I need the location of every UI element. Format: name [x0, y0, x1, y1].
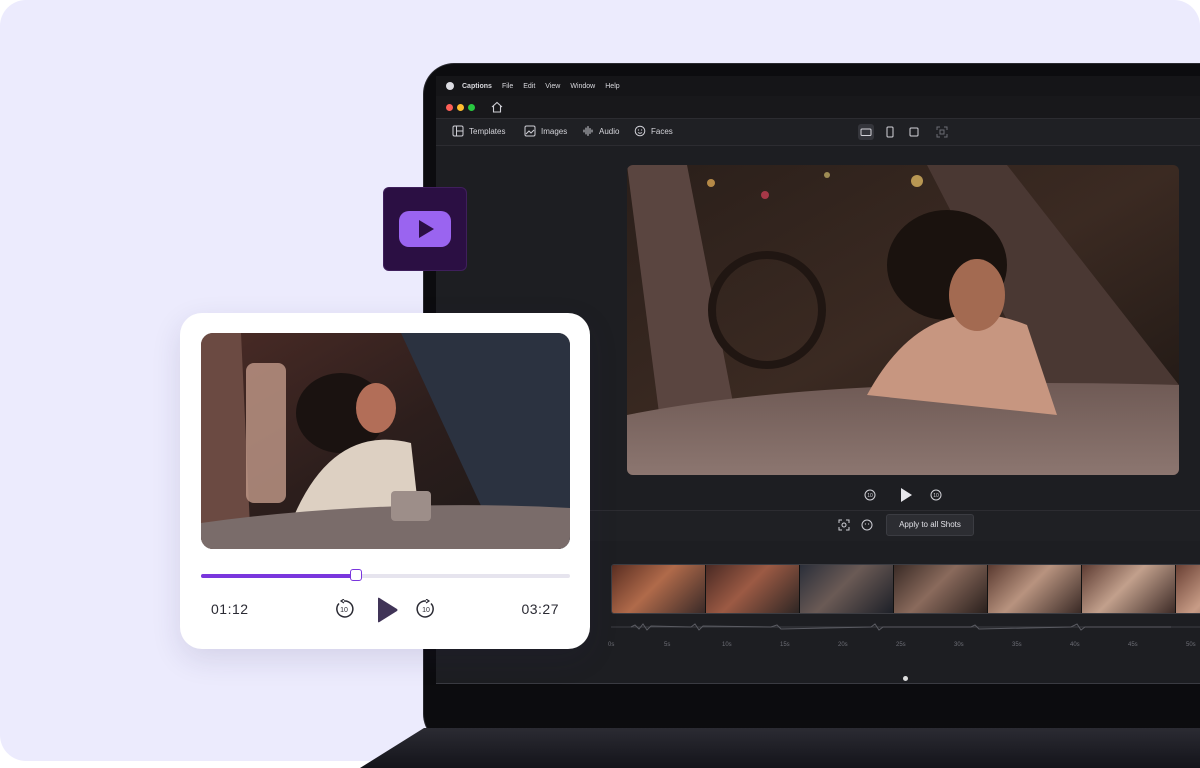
- svg-text:10: 10: [933, 493, 939, 499]
- landscape-icon: [860, 128, 872, 136]
- templates-label: Templates: [469, 126, 506, 136]
- menu-view[interactable]: View: [545, 83, 560, 90]
- youtube-play-icon: [399, 211, 451, 247]
- progress-handle[interactable]: [349, 569, 362, 581]
- zoom-window-button[interactable]: [468, 104, 475, 111]
- audio-label: Audio: [599, 126, 620, 136]
- divider: [436, 683, 1200, 684]
- apple-icon[interactable]: [446, 82, 454, 90]
- square-icon: [909, 127, 919, 137]
- menu-edit[interactable]: Edit: [523, 83, 535, 90]
- templates-button[interactable]: Templates: [452, 125, 505, 137]
- video-frame-image: [627, 165, 1179, 475]
- timeline-playhead[interactable]: [903, 676, 908, 681]
- images-button[interactable]: Images: [524, 125, 567, 137]
- progress-track[interactable]: [201, 569, 570, 581]
- fit-icon: [936, 126, 948, 138]
- clip-thumbnail[interactable]: [1176, 565, 1200, 613]
- editor-toolbar: Templates Images Audio Faces: [436, 119, 1200, 146]
- apply-to-all-shots-button[interactable]: Apply to all Shots: [886, 514, 974, 536]
- ruler-tick: 20s: [838, 642, 848, 648]
- minimize-window-button[interactable]: [457, 104, 464, 111]
- portrait-view-button[interactable]: [882, 124, 898, 140]
- ruler-tick: 40s: [1070, 642, 1080, 648]
- ruler-tick: 35s: [1012, 642, 1022, 648]
- rewind-10-icon[interactable]: 10: [863, 488, 877, 502]
- current-time: 01:12: [211, 601, 249, 617]
- forward-10-icon[interactable]: 10: [416, 599, 436, 619]
- player-video[interactable]: [201, 333, 570, 549]
- forward-seconds: 10: [422, 607, 430, 614]
- menu-help[interactable]: Help: [605, 83, 619, 90]
- focus-icon[interactable]: [837, 518, 851, 532]
- clip-thumbnail[interactable]: [988, 565, 1082, 613]
- ruler-tick: 10s: [722, 642, 732, 648]
- play-icon[interactable]: [899, 487, 913, 503]
- ruler-tick: 25s: [896, 642, 906, 648]
- rewind-10-icon[interactable]: 10: [334, 599, 354, 619]
- faces-icon: [634, 125, 646, 137]
- clip-thumbnail[interactable]: [612, 565, 706, 613]
- ruler-tick: 30s: [954, 642, 964, 648]
- audio-waveform: [611, 623, 1200, 631]
- video-player-card: 01:12 03:27 10 10: [180, 313, 590, 649]
- clip-thumbnail[interactable]: [800, 565, 894, 613]
- timeline-filmstrip[interactable]: [611, 564, 1200, 614]
- total-time: 03:27: [521, 601, 559, 617]
- audio-button[interactable]: Audio: [582, 125, 619, 137]
- menu-window[interactable]: Window: [570, 83, 595, 90]
- images-icon: [524, 125, 536, 137]
- time-ruler: 0s 5s 10s 15s 20s 25s 30s 35s 40s 45s 50…: [606, 642, 1200, 656]
- close-window-button[interactable]: [446, 104, 453, 111]
- square-view-button[interactable]: [906, 124, 922, 140]
- ruler-tick: 15s: [780, 642, 790, 648]
- templates-icon: [452, 125, 464, 137]
- face-refresh-icon[interactable]: [860, 518, 874, 532]
- play-icon[interactable]: [375, 597, 399, 623]
- menu-file[interactable]: File: [502, 83, 513, 90]
- fit-view-button[interactable]: [934, 124, 950, 140]
- clip-thumbnail[interactable]: [706, 565, 800, 613]
- ruler-tick: 45s: [1128, 642, 1138, 648]
- progress-fill: [201, 574, 356, 578]
- images-label: Images: [541, 126, 568, 136]
- clip-thumbnail[interactable]: [894, 565, 988, 613]
- portrait-icon: [886, 126, 894, 138]
- player-video-image: [201, 333, 570, 549]
- youtube-app-tile[interactable]: [384, 188, 466, 270]
- app-name[interactable]: Captions: [462, 83, 492, 90]
- faces-button[interactable]: Faces: [634, 125, 673, 137]
- faces-label: Faces: [651, 126, 673, 136]
- rewind-seconds: 10: [340, 607, 348, 614]
- menu-bar: Captions File Edit View Window Help: [436, 76, 1200, 96]
- ruler-tick: 5s: [664, 642, 671, 648]
- laptop-base: [360, 728, 1200, 768]
- landscape-view-button[interactable]: [858, 124, 874, 140]
- home-icon[interactable]: [489, 100, 505, 114]
- ruler-tick: 0s: [608, 642, 615, 648]
- audio-icon: [583, 126, 593, 136]
- forward-10-icon[interactable]: 10: [929, 488, 943, 502]
- svg-text:10: 10: [867, 493, 873, 499]
- ruler-tick: 50s: [1186, 642, 1196, 648]
- window-titlebar: [436, 96, 1200, 119]
- main-video-preview[interactable]: [627, 165, 1179, 475]
- clip-thumbnail[interactable]: [1082, 565, 1176, 613]
